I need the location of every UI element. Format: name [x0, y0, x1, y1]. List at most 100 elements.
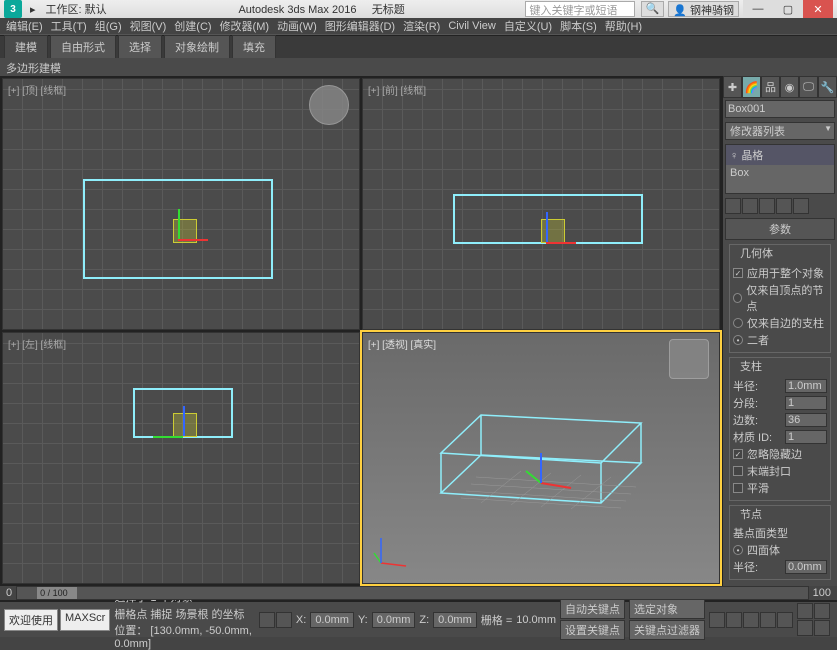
- search-icon[interactable]: 🔍: [641, 1, 665, 17]
- key-mode-dropdown[interactable]: 选定对象: [629, 599, 705, 619]
- viewport-front-label[interactable]: [+] [前] [线框]: [368, 82, 426, 97]
- both-radio[interactable]: •二者: [733, 332, 827, 348]
- autokey-button[interactable]: 自动关键点: [560, 599, 625, 619]
- signin-button[interactable]: 👤 钢神骑钢: [668, 1, 739, 17]
- ribbon-panel-label: 多边形建模: [0, 58, 837, 76]
- titlebar: 3 ▸ 工作区: 默认 Autodesk 3ds Max 2016 无标题 键入…: [0, 0, 837, 18]
- viewport-front[interactable]: [+] [前] [线框]: [362, 78, 720, 330]
- end-caps-checkbox[interactable]: 末端封口: [733, 463, 827, 479]
- max-toggle-icon[interactable]: [814, 620, 830, 636]
- menu-customize[interactable]: 自定义(U): [502, 18, 554, 34]
- viewport-perspective[interactable]: [+] [透视] [真实]: [362, 332, 720, 584]
- viewport-persp-label[interactable]: [+] [透视] [真实]: [368, 336, 436, 351]
- workspace-label[interactable]: 工作区: 默认: [46, 1, 107, 17]
- viewport-top[interactable]: [+] [顶] [线框]: [2, 78, 360, 330]
- radius2-spinner[interactable]: 0.0mm: [785, 560, 827, 574]
- menu-group[interactable]: 组(G): [93, 18, 124, 34]
- viewcube-icon[interactable]: [669, 339, 709, 379]
- group-struts-label: 支柱: [737, 358, 765, 374]
- zoom-extents-icon[interactable]: [797, 620, 813, 636]
- gizmo-plane: [173, 413, 197, 437]
- joints-only-radio[interactable]: 仅来自顶点的节点: [733, 282, 827, 314]
- smooth-checkbox[interactable]: 平滑: [733, 480, 827, 496]
- play-icon[interactable]: [743, 612, 759, 628]
- window-minimize-button[interactable]: —: [743, 0, 773, 18]
- ignore-hidden-checkbox[interactable]: ✓忽略隐藏边: [733, 446, 827, 462]
- pin-stack-icon[interactable]: [725, 198, 741, 214]
- help-search-input[interactable]: 键入关键字或短语: [525, 1, 635, 17]
- tab-freeform[interactable]: 自由形式: [50, 35, 116, 58]
- time-slider-track[interactable]: 0 / 100: [16, 586, 809, 600]
- key-filters-button[interactable]: 关键点过滤器: [629, 620, 705, 640]
- viewport-top-label[interactable]: [+] [顶] [线框]: [8, 82, 66, 97]
- time-slider-thumb[interactable]: 0 / 100: [37, 587, 77, 599]
- radius-spinner[interactable]: 1.0mm: [785, 379, 827, 393]
- tab-object-paint[interactable]: 对象绘制: [164, 35, 230, 58]
- prev-frame-icon[interactable]: [726, 612, 742, 628]
- menu-rendering[interactable]: 渲染(R): [401, 18, 442, 34]
- timeline-start: 0: [6, 587, 12, 599]
- z-coord-field[interactable]: 0.0mm: [433, 612, 477, 628]
- rollout-params-title[interactable]: 参数: [725, 218, 835, 240]
- welcome-tab[interactable]: 欢迎使用: [4, 609, 58, 631]
- configure-sets-icon[interactable]: [793, 198, 809, 214]
- menu-animation[interactable]: 动画(W): [275, 18, 319, 34]
- create-panel-icon[interactable]: ✚: [723, 76, 742, 98]
- x-coord-field[interactable]: 0.0mm: [310, 612, 354, 628]
- window-close-button[interactable]: ✕: [803, 0, 833, 18]
- show-end-result-icon[interactable]: [742, 198, 758, 214]
- menu-scripting[interactable]: 脚本(S): [558, 18, 599, 34]
- viewcube-icon[interactable]: [309, 85, 349, 125]
- apply-whole-checkbox[interactable]: ✓应用于整个对象: [733, 265, 827, 281]
- menu-create[interactable]: 创建(C): [172, 18, 213, 34]
- matid-spinner[interactable]: 1: [785, 430, 827, 444]
- y-coord-field[interactable]: 0.0mm: [372, 612, 416, 628]
- tab-modeling[interactable]: 建模: [4, 35, 48, 58]
- absolute-mode-icon[interactable]: [276, 612, 292, 628]
- tab-selection[interactable]: 选择: [118, 35, 162, 58]
- modify-panel-icon[interactable]: 🌈: [742, 76, 761, 98]
- menu-edit[interactable]: 编辑(E): [4, 18, 45, 34]
- motion-panel-icon[interactable]: ◉: [780, 76, 799, 98]
- viewport-left-label[interactable]: [+] [左] [线框]: [8, 336, 66, 351]
- group-geometry-label: 几何体: [737, 245, 776, 261]
- display-panel-icon[interactable]: 🖵: [799, 76, 818, 98]
- next-frame-icon[interactable]: [760, 612, 776, 628]
- menu-tools[interactable]: 工具(T): [49, 18, 89, 34]
- z-label: Z:: [419, 614, 429, 626]
- menu-help[interactable]: 帮助(H): [603, 18, 644, 34]
- arc-rotate-icon[interactable]: [814, 603, 830, 619]
- maxscript-tab[interactable]: MAXScr: [60, 609, 110, 631]
- modifier-stack-item[interactable]: Box: [726, 165, 834, 181]
- modifier-stack-item[interactable]: ♀ 晶格: [726, 145, 834, 165]
- remove-modifier-icon[interactable]: [776, 198, 792, 214]
- sides-spinner[interactable]: 36: [785, 413, 827, 427]
- grid-label: 栅格 =: [481, 612, 512, 628]
- goto-start-icon[interactable]: [709, 612, 725, 628]
- menu-graph-editors[interactable]: 图形编辑器(D): [323, 18, 397, 34]
- utilities-panel-icon[interactable]: 🔧: [818, 76, 837, 98]
- make-unique-icon[interactable]: [759, 198, 775, 214]
- time-slider[interactable]: 0 0 / 100 100: [0, 586, 837, 600]
- menu-civilview[interactable]: Civil View: [446, 20, 497, 32]
- segments-spinner[interactable]: 1: [785, 396, 827, 410]
- x-label: X:: [296, 614, 306, 626]
- goto-end-icon[interactable]: [777, 612, 793, 628]
- ribbon-tabs: 建模 自由形式 选择 对象绘制 填充: [0, 36, 837, 58]
- struts-only-radio[interactable]: 仅来自边的支柱: [733, 315, 827, 331]
- object-name-field[interactable]: Box001: [725, 100, 835, 118]
- hierarchy-panel-icon[interactable]: 品: [761, 76, 780, 98]
- viewport-left[interactable]: [+] [左] [线框]: [2, 332, 360, 584]
- setkey-button[interactable]: 设置关键点: [560, 620, 625, 640]
- timeline-end: 100: [813, 587, 831, 599]
- lock-selection-icon[interactable]: [259, 612, 275, 628]
- menu-views[interactable]: 视图(V): [128, 18, 169, 34]
- app-title: Autodesk 3ds Max 2016: [238, 4, 356, 16]
- pan-view-icon[interactable]: [797, 603, 813, 619]
- arrow-icon[interactable]: ▸: [30, 3, 36, 16]
- modifier-list-dropdown[interactable]: 修改器列表: [725, 122, 835, 140]
- menu-modifiers[interactable]: 修改器(M): [218, 18, 272, 34]
- tab-populate[interactable]: 填充: [232, 35, 276, 58]
- window-maximize-button[interactable]: ▢: [773, 0, 803, 18]
- tetra-radio[interactable]: •四面体: [733, 542, 827, 558]
